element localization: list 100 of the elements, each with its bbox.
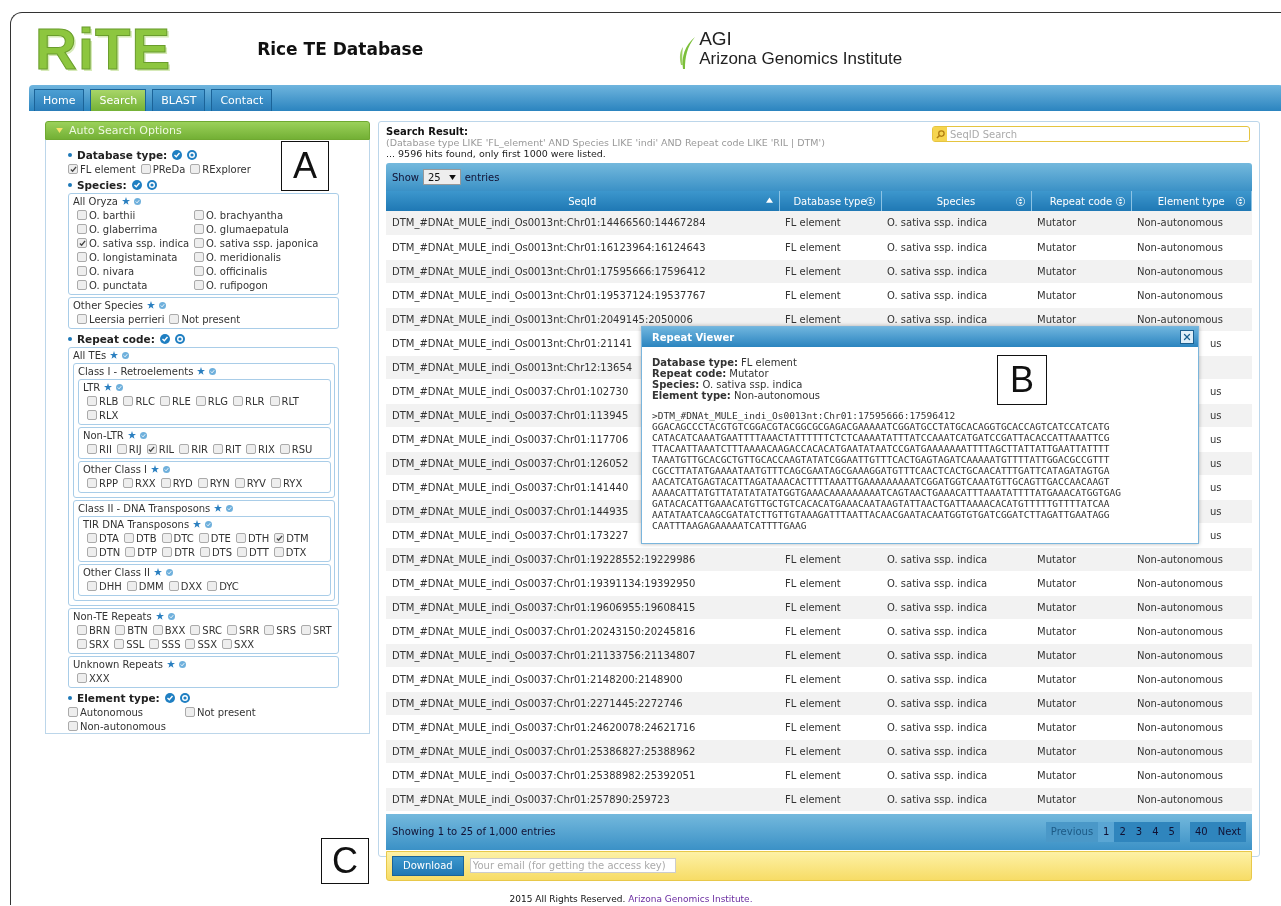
checkbox[interactable] [234, 478, 245, 488]
checkbox[interactable] [194, 252, 204, 262]
star-icon[interactable] [121, 197, 130, 205]
checkbox[interactable] [77, 314, 87, 324]
check-circle-icon[interactable] [164, 692, 175, 703]
checkbox[interactable] [194, 210, 204, 220]
nav-tab[interactable]: Home [34, 89, 85, 111]
target-icon[interactable] [187, 149, 198, 160]
checkbox[interactable] [160, 478, 171, 488]
column-header[interactable]: Species [881, 191, 1031, 211]
column-header[interactable]: Database type [779, 191, 881, 211]
checkbox[interactable] [168, 581, 179, 591]
check-circle-icon[interactable] [139, 431, 147, 439]
checkbox[interactable] [123, 478, 133, 488]
checkbox[interactable] [87, 410, 97, 420]
column-header[interactable]: Repeat code [1031, 191, 1131, 211]
checkbox[interactable] [140, 164, 151, 174]
page-size-select[interactable]: 25 [423, 169, 461, 185]
checkbox[interactable] [269, 396, 280, 406]
checkbox[interactable] [87, 581, 97, 591]
star-icon[interactable] [167, 660, 175, 668]
check-circle-icon[interactable] [122, 351, 130, 359]
checkbox[interactable] [185, 639, 196, 649]
checkbox[interactable] [68, 721, 78, 731]
sort-icon[interactable] [1015, 197, 1025, 206]
star-icon[interactable] [151, 465, 159, 473]
checkbox[interactable] [190, 625, 201, 635]
check-circle-icon[interactable] [209, 367, 217, 375]
checkbox[interactable] [87, 533, 97, 543]
checkbox[interactable] [194, 280, 204, 290]
check-circle-icon[interactable] [167, 612, 175, 620]
checkbox[interactable] [246, 444, 257, 454]
checkbox[interactable] [123, 533, 134, 543]
checkbox[interactable] [87, 478, 97, 488]
check-circle-icon[interactable] [159, 333, 170, 344]
panel-header[interactable]: Auto Search Options [45, 121, 370, 140]
checkbox[interactable] [279, 444, 290, 454]
star-icon[interactable] [127, 431, 136, 439]
check-circle-icon[interactable] [131, 179, 142, 190]
page-button[interactable]: 40 [1189, 821, 1213, 842]
checkbox[interactable] [237, 547, 248, 557]
download-button[interactable]: Download [392, 855, 464, 876]
nav-tab[interactable]: Search [90, 89, 147, 111]
check-circle-icon[interactable] [172, 149, 183, 160]
checkbox[interactable] [77, 673, 87, 683]
check-circle-icon[interactable] [116, 383, 124, 391]
checkbox[interactable] [185, 707, 195, 717]
checkbox[interactable] [87, 547, 97, 557]
target-icon[interactable] [174, 333, 185, 344]
checkbox[interactable] [116, 444, 127, 454]
checkbox[interactable] [194, 238, 204, 248]
checkbox[interactable] [198, 533, 209, 543]
checkbox[interactable] [179, 444, 190, 454]
checkbox[interactable] [114, 639, 125, 649]
checkbox[interactable] [199, 547, 210, 557]
checkbox[interactable] [301, 625, 311, 635]
checkbox[interactable] [77, 252, 87, 262]
checkbox[interactable] [77, 224, 87, 234]
checkbox[interactable] [195, 396, 206, 406]
column-header[interactable]: Element type [1131, 191, 1252, 211]
checkbox[interactable] [126, 581, 137, 591]
checkbox[interactable] [87, 396, 97, 406]
sort-icon[interactable] [1115, 197, 1125, 206]
sort-icon[interactable] [1236, 197, 1245, 206]
checkbox[interactable] [274, 533, 285, 543]
sort-ascending-icon[interactable] [765, 197, 773, 203]
checkbox[interactable] [77, 238, 87, 248]
checkbox[interactable] [264, 625, 275, 635]
check-circle-icon[interactable] [159, 301, 167, 309]
checkbox[interactable] [159, 396, 170, 406]
sort-icon[interactable] [865, 197, 875, 206]
star-icon[interactable] [193, 520, 202, 528]
check-circle-icon[interactable] [205, 520, 213, 528]
star-icon[interactable] [147, 301, 156, 309]
checkbox[interactable] [197, 478, 208, 488]
checkbox[interactable] [77, 266, 87, 276]
checkbox[interactable] [115, 625, 126, 635]
checkbox[interactable] [235, 533, 246, 543]
checkbox[interactable] [194, 266, 204, 276]
checkbox[interactable] [146, 444, 157, 454]
star-icon[interactable] [197, 367, 206, 375]
email-field[interactable]: Your email (for getting the access key) [469, 858, 676, 873]
check-circle-icon[interactable] [179, 660, 186, 668]
checkbox[interactable] [227, 625, 238, 635]
star-icon[interactable] [214, 504, 223, 512]
star-icon[interactable] [155, 612, 164, 620]
checkbox[interactable] [68, 164, 78, 174]
check-circle-icon[interactable] [133, 197, 141, 205]
target-icon[interactable] [146, 179, 157, 190]
page-button[interactable]: 1 [1098, 821, 1115, 842]
nav-tab[interactable]: Contact [211, 89, 273, 111]
checkbox[interactable] [149, 639, 160, 649]
check-circle-icon[interactable] [165, 568, 173, 576]
page-button[interactable]: Next [1212, 821, 1246, 842]
checkbox[interactable] [87, 444, 97, 454]
checkbox[interactable] [123, 396, 134, 406]
checkbox[interactable] [77, 280, 87, 290]
nav-tab[interactable]: BLAST [152, 89, 206, 111]
star-icon[interactable] [104, 383, 113, 391]
checkbox[interactable] [125, 547, 136, 557]
